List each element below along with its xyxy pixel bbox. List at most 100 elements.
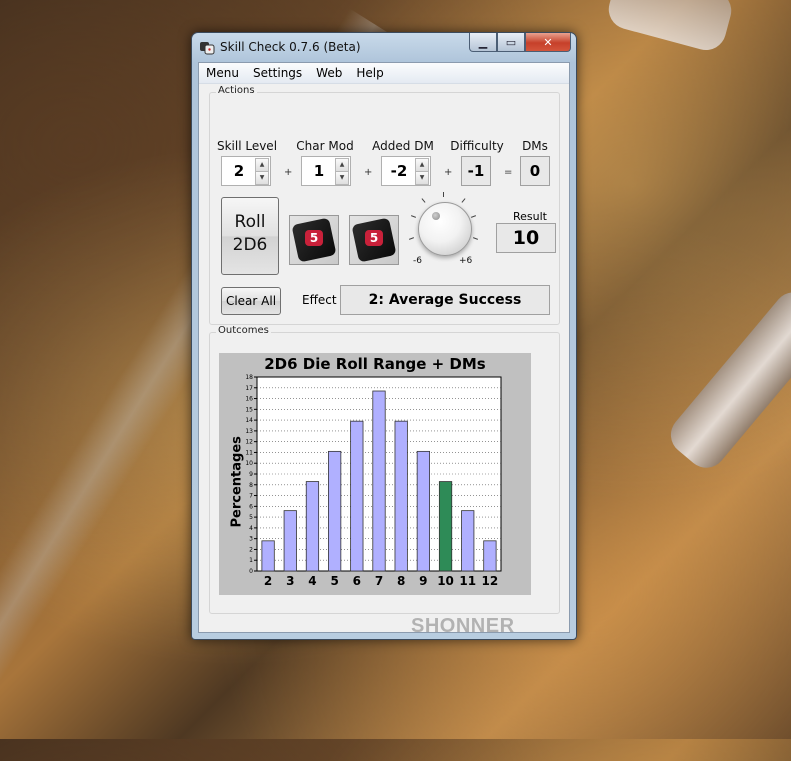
dice-app-icon xyxy=(200,42,215,55)
x-tick-label: 6 xyxy=(353,574,361,588)
y-tick-label: 4 xyxy=(249,525,253,532)
effect-value: 2: Average Success xyxy=(340,285,550,315)
wallpaper-streak xyxy=(604,0,736,55)
y-tick-label: 10 xyxy=(245,460,253,467)
y-tick-label: 1 xyxy=(249,557,253,564)
menu-help[interactable]: Help xyxy=(349,63,390,83)
maximize-icon: ▭ xyxy=(505,35,517,49)
bar-9 xyxy=(416,450,430,572)
decrement-icon[interactable]: ▼ xyxy=(255,171,269,185)
difficulty-label: Difficulty xyxy=(450,139,504,153)
y-tick-label: 3 xyxy=(249,536,253,543)
bar-10 xyxy=(438,481,453,572)
result-label: Result xyxy=(513,210,547,223)
menu-menu[interactable]: Menu xyxy=(199,63,246,83)
knob-min-label: -6 xyxy=(413,256,422,266)
roll-button-line1: Roll xyxy=(234,212,266,232)
equals-operator: = xyxy=(504,167,513,178)
bar-6 xyxy=(350,420,364,572)
outcome-chart: 2D6 Die Roll Range + DMs Percentages 012… xyxy=(219,353,531,595)
plus-operator: + xyxy=(364,167,373,178)
y-tick-label: 14 xyxy=(245,417,253,424)
plus-operator: + xyxy=(444,167,453,178)
y-tick-label: 9 xyxy=(249,471,253,478)
die-2: 5 xyxy=(349,215,399,265)
added-dm-label: Added DM xyxy=(372,139,434,153)
client-area: Menu Settings Web Help Actions Skill Lev… xyxy=(198,62,570,637)
skill-level-label: Skill Level xyxy=(216,139,278,153)
y-tick-label: 5 xyxy=(249,514,253,521)
menu-bar: Menu Settings Web Help xyxy=(199,63,569,84)
bar-8 xyxy=(394,420,408,572)
dms-label: DMs xyxy=(522,139,548,153)
roll-2d6-button[interactable]: Roll 2D6 xyxy=(221,197,279,275)
window-title: Skill Check 0.7.6 (Beta) xyxy=(220,40,361,54)
added-dm-value[interactable]: -2 xyxy=(382,162,416,180)
bar-2 xyxy=(261,540,275,572)
minimize-icon: ▁ xyxy=(478,35,488,49)
menu-web[interactable]: Web xyxy=(309,63,349,83)
plus-operator: + xyxy=(284,167,293,178)
y-tick-label: 11 xyxy=(245,449,253,456)
y-tick-label: 8 xyxy=(249,482,253,489)
outcomes-group-label: Outcomes xyxy=(216,325,271,336)
y-tick-label: 2 xyxy=(249,546,253,553)
skill-level-value[interactable]: 2 xyxy=(222,162,256,180)
die-1-face: 5 xyxy=(305,230,323,246)
knob-indicator xyxy=(432,212,440,220)
clear-all-button[interactable]: Clear All xyxy=(221,287,281,315)
y-tick-label: 17 xyxy=(245,385,253,392)
increment-icon[interactable]: ▲ xyxy=(335,158,349,172)
bar-5 xyxy=(328,450,342,572)
y-tick-label: 18 xyxy=(245,374,253,381)
char-mod-value[interactable]: 1 xyxy=(302,162,336,180)
app-window: Skill Check 0.7.6 (Beta) ▁ ▭ ✕ Menu Sett… xyxy=(191,32,577,640)
skill-level-stepper[interactable]: 2 ▲ ▼ xyxy=(221,156,271,186)
added-dm-stepper[interactable]: -2 ▲ ▼ xyxy=(381,156,431,186)
close-button[interactable]: ✕ xyxy=(525,33,571,52)
y-tick-label: 7 xyxy=(249,493,253,500)
result-value: 10 xyxy=(496,223,556,253)
char-mod-label: Char Mod xyxy=(296,139,354,153)
die-2-face: 5 xyxy=(365,230,383,246)
increment-icon[interactable]: ▲ xyxy=(255,158,269,172)
shonner-logo: SHONNER xyxy=(411,615,515,637)
wallpaper-streak xyxy=(662,284,791,476)
menu-settings[interactable]: Settings xyxy=(246,63,309,83)
x-tick-label: 9 xyxy=(419,574,427,588)
dms-value: 0 xyxy=(520,156,550,186)
x-tick-label: 4 xyxy=(308,574,316,588)
y-tick-label: 16 xyxy=(245,396,253,403)
decrement-icon[interactable]: ▼ xyxy=(415,171,429,185)
x-tick-label: 5 xyxy=(330,574,338,588)
close-icon: ✕ xyxy=(543,35,553,49)
title-bar[interactable]: Skill Check 0.7.6 (Beta) ▁ ▭ ✕ xyxy=(192,33,576,61)
difficulty-value: -1 xyxy=(461,156,491,186)
y-tick-label: 6 xyxy=(249,503,253,510)
knob-dial[interactable] xyxy=(418,202,472,256)
dm-knob[interactable]: -6 +6 xyxy=(408,192,479,272)
bar-12 xyxy=(483,540,497,572)
x-tick-label: 12 xyxy=(482,574,499,588)
bar-3 xyxy=(283,510,297,572)
x-tick-label: 3 xyxy=(286,574,294,588)
increment-icon[interactable]: ▲ xyxy=(415,158,429,172)
bar-11 xyxy=(461,510,475,572)
knob-max-label: +6 xyxy=(459,256,473,266)
decrement-icon[interactable]: ▼ xyxy=(335,171,349,185)
minimize-button[interactable]: ▁ xyxy=(469,33,497,52)
x-tick-label: 11 xyxy=(459,574,476,588)
y-tick-label: 15 xyxy=(245,406,253,413)
chart-plot: 01234567891011121314151617182 3 4 5 6 7 8 9 10 11… xyxy=(245,374,502,588)
x-tick-label: 10 xyxy=(437,574,454,588)
bar-7 xyxy=(372,390,386,572)
maximize-button[interactable]: ▭ xyxy=(497,33,525,52)
effect-label: Effect xyxy=(302,293,337,307)
actions-group-label: Actions xyxy=(216,85,257,96)
y-tick-label: 13 xyxy=(245,428,253,435)
x-tick-label: 7 xyxy=(375,574,383,588)
bar-4 xyxy=(305,481,320,572)
x-tick-label: 8 xyxy=(397,574,405,588)
die-1: 5 xyxy=(289,215,339,265)
char-mod-stepper[interactable]: 1 ▲ ▼ xyxy=(301,156,351,186)
